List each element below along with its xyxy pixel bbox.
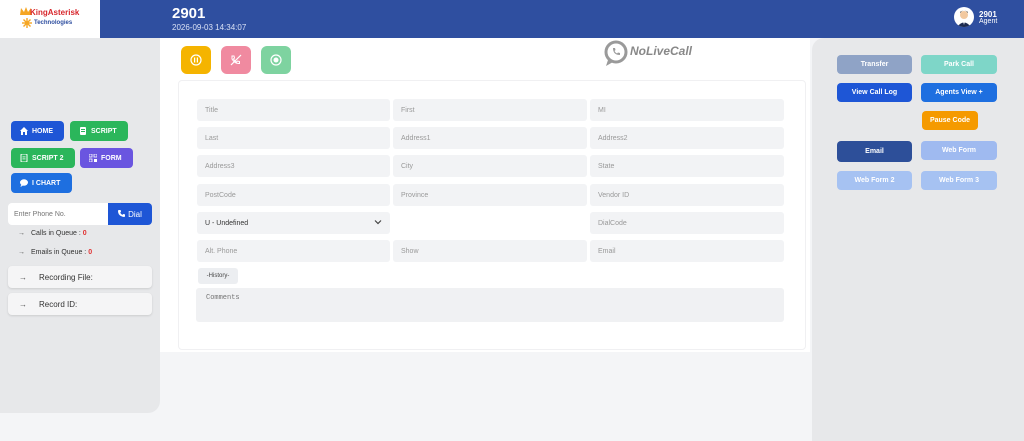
vendor-id-field[interactable]: Vendor ID xyxy=(590,184,784,206)
arrow-right-icon: → xyxy=(19,299,27,309)
phone-dial-group: Dial xyxy=(8,203,152,225)
ichart-label: I CHART xyxy=(32,179,61,187)
document-icon xyxy=(79,127,87,135)
emails-queue-count: 0 xyxy=(88,249,93,256)
phone-number-input[interactable] xyxy=(8,203,108,225)
top-bar: KingAsterisk Technologies 2901 2026-09-0… xyxy=(0,0,1024,38)
agents-view-button[interactable]: Agents View + xyxy=(921,83,997,102)
province-field[interactable]: Province xyxy=(393,184,587,206)
brand-name: NoLiveCall xyxy=(630,44,693,58)
recording-file-box: → Recording File: xyxy=(8,266,152,288)
pause-icon xyxy=(190,54,202,66)
web-form-2-button[interactable]: Web Form 2 xyxy=(837,171,912,190)
state-field[interactable]: State xyxy=(590,155,784,177)
record-id-label: Record ID: xyxy=(39,299,78,309)
alt-phone-field[interactable]: Alt. Phone xyxy=(197,240,390,262)
middle-initial-field[interactable]: MI xyxy=(590,99,784,121)
script-2-label: SCRIPT 2 xyxy=(32,154,64,162)
logo-text: KingAsterisk xyxy=(30,8,80,17)
transfer-button[interactable]: Transfer xyxy=(837,55,912,74)
script-button[interactable]: SCRIPT xyxy=(70,121,128,141)
script-label: SCRIPT xyxy=(91,127,117,135)
history-button[interactable]: -History- xyxy=(198,268,238,284)
hangup-icon xyxy=(230,54,242,66)
arrow-right-icon: → xyxy=(18,249,25,256)
hangup-button[interactable] xyxy=(221,46,251,74)
view-call-log-button[interactable]: View Call Log xyxy=(837,83,912,102)
dial-label: Dial xyxy=(128,209,142,219)
nolivecall-logo-icon xyxy=(604,40,628,66)
park-call-button[interactable]: Park Call xyxy=(921,55,997,74)
pause-button[interactable] xyxy=(181,46,211,74)
emails-in-queue: → Emails in Queue : 0 xyxy=(18,249,92,256)
logo-subtext: Technologies xyxy=(34,20,73,26)
star-icon xyxy=(22,18,32,28)
logo: KingAsterisk Technologies xyxy=(0,0,100,38)
web-form-3-button[interactable]: Web Form 3 xyxy=(921,171,997,190)
record-icon xyxy=(270,54,282,66)
web-form-button[interactable]: Web Form xyxy=(921,141,997,160)
home-button[interactable]: HOME xyxy=(11,121,64,141)
left-panel xyxy=(0,38,160,413)
first-name-field[interactable]: First xyxy=(393,99,587,121)
user-icon xyxy=(957,10,971,27)
arrow-right-icon: → xyxy=(18,230,25,237)
chat-icon xyxy=(20,179,28,187)
recording-file-label: Recording File: xyxy=(39,272,93,282)
show-field[interactable]: Show xyxy=(393,240,587,262)
form-label: FORM xyxy=(101,154,122,162)
gender-select[interactable]: U - Undefined xyxy=(197,212,390,234)
address3-field[interactable]: Address3 xyxy=(197,155,390,177)
pause-code-button[interactable]: Pause Code xyxy=(922,111,978,130)
form-button[interactable]: FORM xyxy=(80,148,133,168)
last-name-field[interactable]: Last xyxy=(197,127,390,149)
address2-field[interactable]: Address2 xyxy=(590,127,784,149)
city-field[interactable]: City xyxy=(393,155,587,177)
calls-queue-count: 0 xyxy=(82,230,87,237)
dial-button[interactable]: Dial xyxy=(108,203,152,225)
comments-input[interactable] xyxy=(196,288,784,322)
extension-number: 2901 xyxy=(172,5,206,22)
phone-icon xyxy=(118,209,126,219)
emails-queue-label: Emails in Queue : xyxy=(31,249,87,256)
dialcode-field[interactable]: DialCode xyxy=(590,212,784,234)
home-label: HOME xyxy=(32,127,53,135)
avatar[interactable] xyxy=(954,7,974,27)
gender-select-value: U - Undefined xyxy=(205,219,249,227)
chevron-down-icon xyxy=(374,218,382,227)
document-icon xyxy=(20,154,28,162)
postcode-field[interactable]: PostCode xyxy=(197,184,390,206)
email-field[interactable]: Email xyxy=(590,240,784,262)
agent-role: Agent xyxy=(979,18,998,25)
datetime: 2026-09-03 14:34:07 xyxy=(172,23,247,32)
script-2-button[interactable]: SCRIPT 2 xyxy=(11,148,75,168)
title-field[interactable]: Title xyxy=(197,99,390,121)
calls-queue-label: Calls in Queue : xyxy=(31,230,81,237)
ichart-button[interactable]: I CHART xyxy=(11,173,72,193)
address1-field[interactable]: Address1 xyxy=(393,127,587,149)
record-id-box: → Record ID: xyxy=(8,293,152,315)
calls-in-queue: → Calls in Queue : 0 xyxy=(18,230,87,237)
grid-icon xyxy=(89,154,97,162)
home-icon xyxy=(20,127,28,135)
record-button[interactable] xyxy=(261,46,291,74)
arrow-right-icon: → xyxy=(19,272,27,282)
email-button[interactable]: Email xyxy=(837,141,912,162)
